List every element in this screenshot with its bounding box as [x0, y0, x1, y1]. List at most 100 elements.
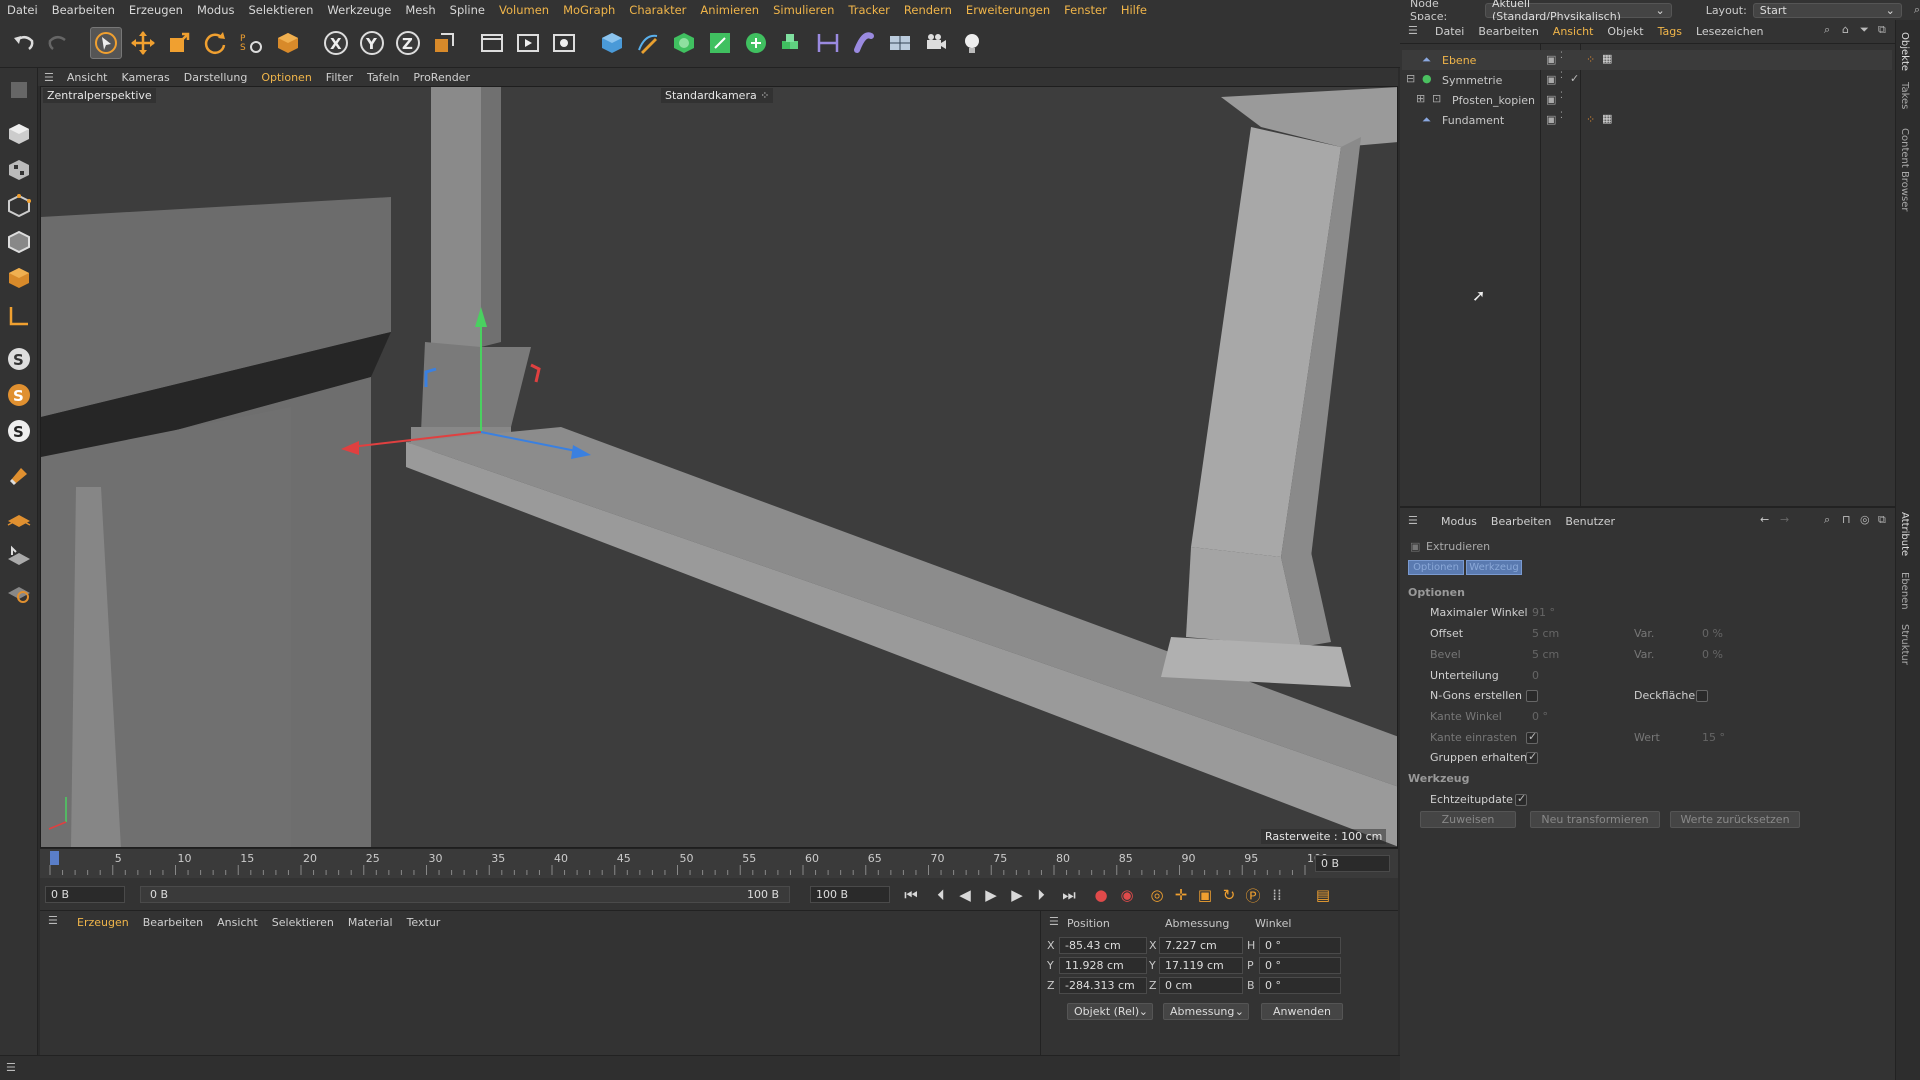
next-frame-icon[interactable]: ▶	[1006, 885, 1028, 905]
material-menu-selektieren[interactable]: Selektieren	[265, 916, 341, 929]
keyframe-selection-icon[interactable]: ◎	[1146, 885, 1168, 905]
coordinate-system-icon[interactable]	[428, 27, 460, 59]
render-picture-viewer-icon[interactable]	[512, 27, 544, 59]
next-key-icon[interactable]: ⏵	[1030, 885, 1052, 905]
objects-new-window-icon[interactable]: ⧉	[1878, 23, 1886, 37]
viewport-camera-label[interactable]: Standardkamera ⁘	[661, 88, 774, 103]
visibility-dots-icon[interactable]: ⁚	[1560, 51, 1563, 61]
reset-values-button[interactable]: Werte zurücksetzen	[1670, 811, 1800, 828]
side-tab-content-browser[interactable]: Content Browser	[1899, 128, 1910, 211]
objects-filter-icon[interactable]: ⏷	[1860, 23, 1869, 37]
objects-menu-lesezeichen[interactable]: Lesezeichen	[1689, 25, 1771, 38]
enabled-check-icon[interactable]: ✓	[1570, 72, 1579, 85]
new-transform-button[interactable]: Neu transformieren	[1530, 811, 1660, 828]
side-tab-struktur[interactable]: Struktur	[1899, 624, 1910, 665]
menu-erweiterungen[interactable]: Erweiterungen	[959, 0, 1057, 20]
menu-modus[interactable]: Modus	[190, 0, 242, 20]
offset-var-value[interactable]: 0 %	[1702, 627, 1723, 640]
key-position-icon[interactable]: ✛	[1170, 885, 1192, 905]
menu-werkzeuge[interactable]: Werkzeuge	[320, 0, 398, 20]
attributes-hamburger-icon[interactable]: ☰	[1408, 514, 1418, 527]
assign-button[interactable]: Zuweisen	[1420, 811, 1516, 828]
edge-mode-icon[interactable]	[3, 226, 35, 258]
material-menu-ansicht[interactable]: Ansicht	[210, 916, 265, 929]
z-axis-lock-icon[interactable]: Z	[392, 27, 424, 59]
size-mode-dropdown[interactable]: Abmessung ⌄	[1163, 1003, 1249, 1020]
cube-object-icon[interactable]	[596, 27, 628, 59]
object-name[interactable]: Pfosten_kopien	[1452, 94, 1535, 107]
tab-optionen[interactable]: Optionen	[1408, 560, 1464, 575]
edge-angle-value[interactable]: 0 °	[1532, 710, 1548, 723]
subdivision-value[interactable]: 0	[1532, 669, 1539, 682]
menu-simulieren[interactable]: Simulieren	[766, 0, 841, 20]
objects-hamburger-icon[interactable]: ☰	[1408, 24, 1418, 37]
menu-charakter[interactable]: Charakter	[622, 0, 693, 20]
side-tab-attribute[interactable]: Attribute	[1899, 512, 1910, 556]
pen-spline-icon[interactable]	[632, 27, 664, 59]
object-row-fundament[interactable]: ⏶ Fundament ▣ ⁚ ⁘ ▦	[1402, 110, 1892, 130]
cap-checkbox[interactable]	[1696, 690, 1708, 702]
bevel-var-value[interactable]: 0 %	[1702, 648, 1723, 661]
viewport-menu-filter[interactable]: Filter	[319, 71, 360, 84]
snap-settings-icon[interactable]: S	[3, 379, 35, 411]
position-y-field[interactable]: 11.928 cm	[1059, 957, 1147, 974]
floor-environment-icon[interactable]	[884, 27, 916, 59]
auto-key-icon[interactable]: ◉	[1116, 885, 1138, 905]
material-hamburger-icon[interactable]: ☰	[48, 914, 58, 927]
objects-menu-tags[interactable]: Tags	[1651, 25, 1689, 38]
rotation-b-field[interactable]: 0 °	[1259, 977, 1341, 994]
point-mode-icon[interactable]	[3, 190, 35, 222]
editor-visibility-icon[interactable]: ▣	[1546, 73, 1556, 86]
objects-search-icon[interactable]: ⌕	[1824, 23, 1830, 37]
go-to-start-icon[interactable]: ⏮	[900, 885, 922, 905]
viewport-menu-ansicht[interactable]: Ansicht	[60, 71, 115, 84]
snap-value[interactable]: 15 °	[1702, 731, 1725, 744]
visibility-dots-icon[interactable]: ⁚	[1560, 71, 1563, 81]
keep-groups-checkbox[interactable]	[1526, 750, 1538, 764]
3d-viewport[interactable]: Zentralperspektive Standardkamera ⁘ Rast…	[40, 86, 1398, 848]
objects-menu-datei[interactable]: Datei	[1428, 25, 1471, 38]
max-angle-value[interactable]: 91 °	[1532, 606, 1555, 619]
menu-mesh[interactable]: Mesh	[398, 0, 442, 20]
status-hamburger-icon[interactable]: ☰	[6, 1061, 16, 1074]
viewport-menu-kameras[interactable]: Kameras	[115, 71, 177, 84]
bevel-value[interactable]: 5 cm	[1532, 648, 1559, 661]
apply-button[interactable]: Anwenden	[1261, 1003, 1343, 1020]
y-axis-lock-icon[interactable]: Y	[356, 27, 388, 59]
offset-value[interactable]: 5 cm	[1532, 627, 1559, 640]
attributes-menu-modus[interactable]: Modus	[1434, 515, 1484, 528]
target-icon[interactable]: ◎	[1860, 513, 1870, 526]
redo-icon[interactable]	[42, 27, 74, 59]
key-pla-icon[interactable]: ⁞⁞	[1266, 885, 1288, 905]
x-axis-lock-icon[interactable]: X	[320, 27, 352, 59]
expand-icon[interactable]: ⊞	[1416, 92, 1425, 105]
objects-menu-bearbeiten[interactable]: Bearbeiten	[1471, 25, 1545, 38]
magnet-icon[interactable]	[3, 460, 35, 492]
phong-tag-icon[interactable]: ⁘	[1586, 113, 1595, 126]
menu-datei[interactable]: Datei	[0, 0, 45, 20]
render-settings-icon[interactable]	[548, 27, 580, 59]
editor-visibility-icon[interactable]: ▣	[1546, 93, 1556, 106]
material-menu-textur[interactable]: Textur	[400, 916, 448, 929]
menu-spline[interactable]: Spline	[443, 0, 492, 20]
cloner-icon[interactable]	[740, 27, 772, 59]
model-mode-icon[interactable]	[3, 118, 35, 150]
deformer-icon[interactable]	[812, 27, 844, 59]
render-view-icon[interactable]	[476, 27, 508, 59]
object-row-pfosten-kopien[interactable]: ⊞ ⊡ Pfosten_kopien ▣ ⁚	[1402, 90, 1892, 110]
size-x-field[interactable]: 7.227 cm	[1159, 937, 1243, 954]
workplane-icon[interactable]	[3, 504, 35, 536]
current-frame-field[interactable]: 0 B	[1315, 855, 1390, 872]
objects-menu-objekt[interactable]: Objekt	[1600, 25, 1650, 38]
key-rotation-icon[interactable]: ↻	[1218, 885, 1240, 905]
material-menu-erzeugen[interactable]: Erzeugen	[70, 916, 136, 929]
scale-tool-icon[interactable]	[163, 27, 195, 59]
min-frame-field[interactable]: 0 B	[45, 886, 125, 903]
editor-visibility-icon[interactable]: ▣	[1546, 113, 1556, 126]
side-tab-ebenen[interactable]: Ebenen	[1899, 572, 1910, 610]
realtime-update-checkbox[interactable]	[1515, 792, 1527, 806]
previous-key-icon[interactable]: ⏴	[930, 885, 952, 905]
expand-icon[interactable]: ⊟	[1406, 72, 1415, 85]
material-menu-bearbeiten[interactable]: Bearbeiten	[136, 916, 210, 929]
viewport-menu-optionen[interactable]: Optionen	[254, 71, 318, 84]
